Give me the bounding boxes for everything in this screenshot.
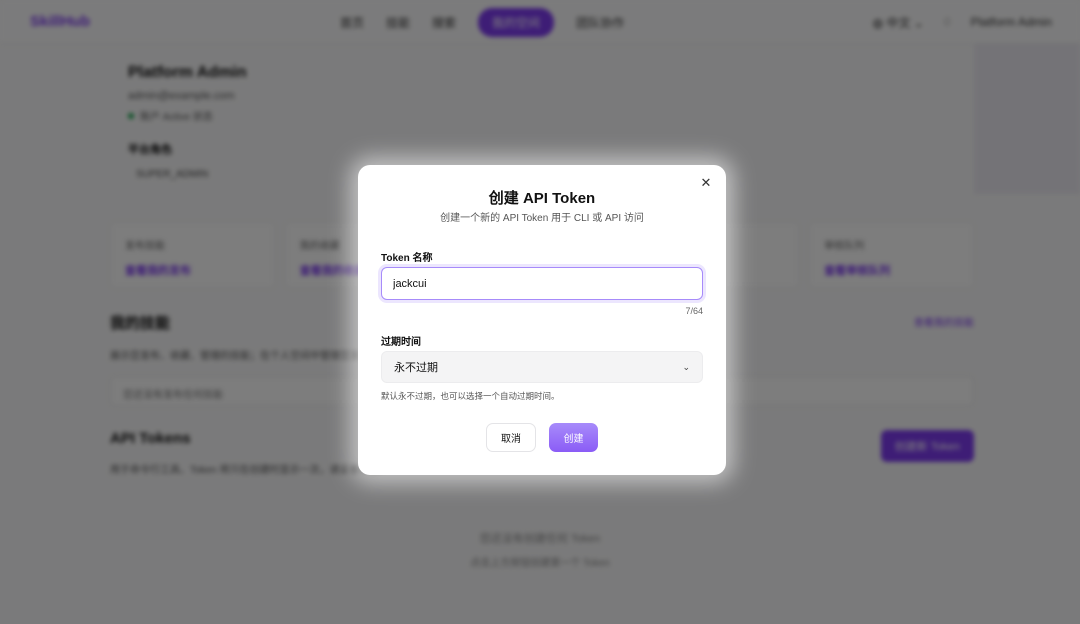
cancel-button[interactable]: 取消	[486, 423, 536, 452]
token-name-label: Token 名称	[381, 253, 433, 264]
expiry-selected-value: 永不过期	[394, 362, 438, 374]
dialog-title: 创建 API Token	[488, 190, 596, 207]
token-name-input[interactable]	[381, 267, 703, 300]
chevron-down-icon: ⌄	[682, 361, 690, 372]
create-button[interactable]: 创建	[549, 423, 598, 452]
expiry-select[interactable]: 永不过期 ⌄	[381, 351, 703, 383]
expiry-hint: 默认永不过期，也可以选择一个自动过期时间。	[381, 391, 560, 401]
create-token-dialog: ✕ 创建 API Token 创建一个新的 API Token 用于 CLI 或…	[358, 165, 726, 475]
dialog-subtitle: 创建一个新的 API Token 用于 CLI 或 API 访问	[440, 213, 644, 224]
char-counter: 7/64	[685, 306, 703, 316]
expiry-label: 过期时间	[381, 337, 421, 348]
